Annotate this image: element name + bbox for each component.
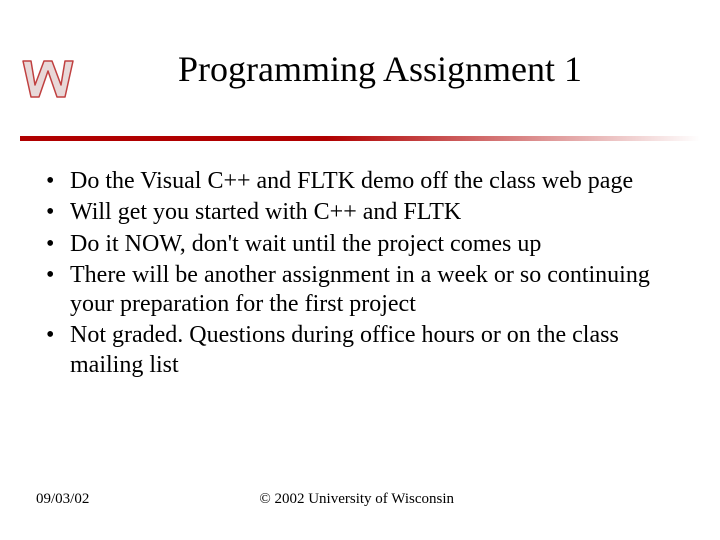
wisconsin-w-logo-icon — [20, 55, 76, 105]
list-item: Do it NOW, don't wait until the project … — [40, 230, 680, 259]
list-item: Not graded. Questions during office hour… — [40, 321, 680, 380]
header: Programming Assignment 1 — [0, 0, 720, 145]
footer-copyright: © 2002 University of Wisconsin — [29, 491, 684, 508]
content-area: Do the Visual C++ and FLTK demo off the … — [0, 145, 720, 380]
bullet-list: Do the Visual C++ and FLTK demo off the … — [40, 167, 680, 380]
page-title: Programming Assignment 1 — [0, 48, 720, 90]
list-item: Will get you started with C++ and FLTK — [40, 198, 680, 227]
footer: 09/03/02 © 2002 University of Wisconsin — [36, 491, 684, 508]
list-item: Do the Visual C++ and FLTK demo off the … — [40, 167, 680, 196]
list-item: There will be another assignment in a we… — [40, 261, 680, 320]
title-divider — [20, 136, 700, 141]
